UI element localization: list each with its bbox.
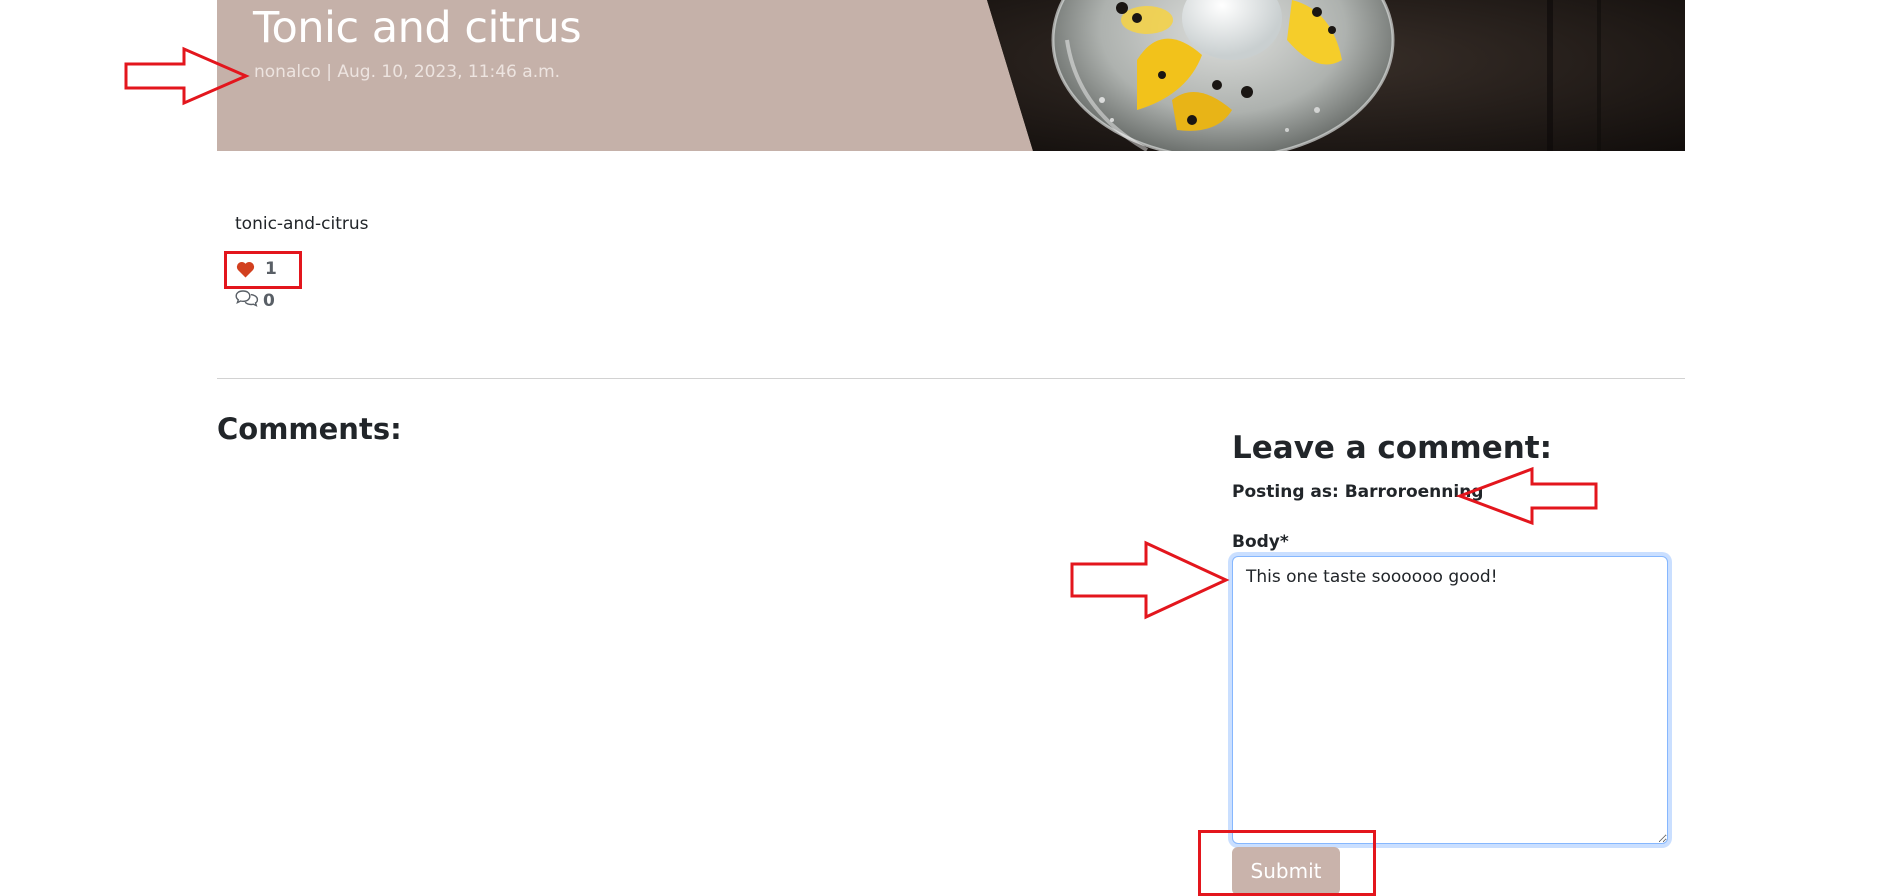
like-section: 1 — [236, 259, 277, 279]
comments-heading: Comments: — [217, 412, 402, 446]
post-title: Tonic and citrus — [253, 3, 582, 53]
comment-body-textarea[interactable]: This one taste soooooo good! — [1232, 556, 1668, 844]
like-count: 1 — [265, 259, 277, 279]
posting-as-label: Posting as: Barroroenning — [1232, 482, 1484, 502]
comment-count-section: 0 — [235, 289, 275, 313]
heart-icon[interactable] — [236, 261, 255, 278]
submit-button[interactable]: Submit — [1232, 847, 1340, 895]
annotation-arrow-textarea — [1070, 540, 1230, 620]
body-label: Body* — [1232, 532, 1289, 552]
post-detail-page: Tonic and citrus nonalco | Aug. 10, 2023… — [0, 0, 1885, 896]
post-author-date: nonalco | Aug. 10, 2023, 11:46 a.m. — [254, 62, 561, 82]
post-featured-image — [987, 0, 1685, 151]
comment-count: 0 — [263, 291, 275, 311]
post-content: tonic-and-citrus — [235, 214, 369, 234]
leave-comment-heading: Leave a comment: — [1232, 430, 1553, 466]
post-hero-banner: Tonic and citrus nonalco | Aug. 10, 2023… — [217, 0, 1685, 151]
section-divider — [217, 378, 1685, 379]
gin-tonic-illustration — [987, 0, 1685, 151]
speech-bubbles-icon — [235, 289, 259, 313]
